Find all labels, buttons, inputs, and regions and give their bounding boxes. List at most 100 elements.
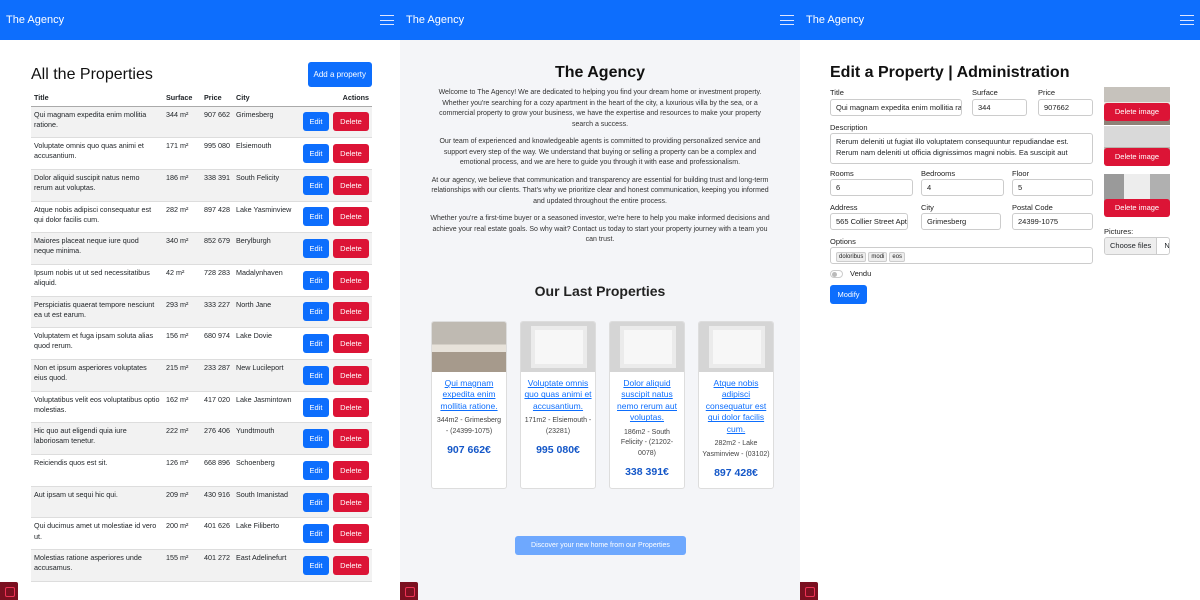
cell-city: Lake Dovie [233, 327, 298, 360]
cell-price: 401 272 [201, 549, 233, 582]
cell-price: 417 020 [201, 391, 233, 424]
menu-toggle-icon[interactable] [1180, 15, 1194, 25]
edit-button[interactable]: Edit [303, 302, 329, 322]
rooms-input[interactable]: 6 [830, 179, 913, 196]
property-photo [521, 322, 595, 372]
title-input[interactable]: Qui magnam expedita enim mollitia ration… [830, 99, 962, 116]
brand-link[interactable]: The Agency [406, 14, 464, 26]
cell-city: Lake Jasmintown [233, 391, 298, 424]
delete-button[interactable]: Delete [333, 270, 369, 290]
address-input[interactable]: 565 Collier Street Apt. [830, 213, 908, 230]
menu-toggle-icon[interactable] [780, 15, 794, 25]
property-card: Dolor aliquid suscipit natus nemo rerum … [609, 321, 685, 490]
discover-properties-button[interactable]: Discover your new home from our Properti… [515, 536, 686, 555]
edit-button[interactable]: Edit [303, 460, 329, 480]
brand-link[interactable]: The Agency [806, 14, 864, 26]
cell-price: 338 391 [201, 169, 233, 202]
postal-code-input[interactable]: 24399-1075 [1012, 213, 1093, 230]
edit-button[interactable]: Edit [303, 112, 329, 132]
delete-button[interactable]: Delete [333, 207, 369, 227]
edit-button[interactable]: Edit [303, 144, 329, 164]
delete-image-button[interactable]: Delete image [1104, 103, 1170, 121]
edit-button[interactable]: Edit [303, 365, 329, 385]
cell-city: Yundtmouth [233, 422, 298, 456]
navbar: The Agency [0, 0, 400, 40]
surface-label: Surface [972, 88, 998, 97]
option-chip[interactable]: doloribus [836, 252, 867, 262]
edit-button[interactable]: Edit [303, 397, 329, 417]
description-textarea[interactable]: Rerum deleniti ut fugiat illo voluptatem… [830, 133, 1093, 164]
delete-button[interactable]: Delete [333, 460, 369, 480]
options-label: Options [830, 237, 856, 246]
intro-paragraph: Welcome to The Agency! We are dedicated … [438, 89, 762, 128]
intro-paragraph: Whether you're a first-time buyer or a s… [430, 215, 770, 243]
cell-price: 430 916 [201, 486, 233, 519]
cell-title: Qui magnam expedita enim mollitia ration… [31, 106, 163, 139]
delete-image-button[interactable]: Delete image [1104, 148, 1170, 166]
delete-button[interactable]: Delete [333, 555, 369, 575]
bedrooms-input[interactable]: 4 [921, 179, 1004, 196]
intro-text: Welcome to The Agency! We are dedicated … [428, 88, 772, 253]
edit-button[interactable]: Edit [303, 334, 329, 354]
delete-button[interactable]: Delete [333, 492, 369, 512]
delete-button[interactable]: Delete [333, 302, 369, 322]
surface-input[interactable]: 344 [972, 99, 1027, 116]
delete-button[interactable]: Delete [333, 144, 369, 164]
cell-price: 995 080 [201, 137, 233, 170]
price-input[interactable]: 907662 [1038, 99, 1093, 116]
option-chip[interactable]: eos [889, 252, 906, 262]
edit-button[interactable]: Edit [303, 207, 329, 227]
debug-toolbar-icon[interactable] [400, 582, 418, 600]
cell-price: 680 974 [201, 327, 233, 360]
delete-button[interactable]: Delete [333, 112, 369, 132]
edit-button[interactable]: Edit [303, 239, 329, 259]
delete-image-button[interactable]: Delete image [1104, 199, 1170, 217]
property-card-link[interactable]: Voluptate omnis quo quas animi et accusa… [521, 372, 595, 412]
property-card-link[interactable]: Atque nobis adipisci consequatur est qui… [699, 372, 773, 435]
edit-button[interactable]: Edit [303, 175, 329, 195]
add-property-button[interactable]: Add a property [307, 62, 372, 87]
postal-code-label: Postal Code [1012, 203, 1053, 212]
property-card-link[interactable]: Dolor aliquid suscipit natus nemo rerum … [610, 372, 684, 424]
cell-city: East Adelinefurt [233, 549, 298, 582]
property-photo [432, 322, 506, 372]
floor-input[interactable]: 5 [1012, 179, 1093, 196]
delete-button[interactable]: Delete [333, 397, 369, 417]
sold-toggle[interactable] [830, 270, 843, 278]
intro-paragraph: At our agency, we believe that communica… [431, 176, 769, 205]
choose-files-button[interactable]: Choose files [1105, 238, 1158, 254]
table-row: Qui ducimus amet ut molestiae id vero ut… [31, 517, 372, 551]
navbar: The Agency [800, 0, 1200, 40]
table-row: Reiciendis quos est sit. 126 m² 668 896 Sch… [31, 454, 372, 487]
property-card-price: 897 428€ [714, 467, 758, 480]
debug-toolbar-icon[interactable] [0, 582, 18, 600]
option-chip[interactable]: modi [868, 252, 888, 262]
property-card-info: 171m2 - Elsiemouth - (23281) [524, 417, 592, 435]
city-input[interactable]: Grimesberg [921, 213, 1001, 230]
edit-button[interactable]: Edit [303, 270, 329, 290]
edit-button[interactable]: Edit [303, 524, 329, 544]
delete-button[interactable]: Delete [333, 175, 369, 195]
modify-button[interactable]: Modify [830, 285, 867, 304]
delete-button[interactable]: Delete [333, 524, 369, 544]
menu-toggle-icon[interactable] [380, 15, 394, 25]
cell-actions: Edit Delete [298, 264, 372, 297]
property-card-link[interactable]: Qui magnam expedita enim mollitia ration… [432, 372, 506, 412]
debug-toolbar-icon[interactable] [800, 582, 818, 600]
delete-button[interactable]: Delete [333, 239, 369, 259]
property-card-info: 282m2 - Lake Yasminview - (03102) [702, 440, 770, 458]
property-card-price: 995 080€ [536, 444, 580, 457]
brand-link[interactable]: The Agency [6, 14, 64, 26]
cell-city: Berylburgh [233, 232, 298, 265]
floor-label: Floor [1012, 169, 1030, 178]
options-select[interactable]: doloribus modi eos [830, 247, 1093, 264]
property-card-info: 344m2 - Grimesberg - (24399-1075) [436, 417, 502, 435]
property-photo [699, 322, 773, 372]
edit-button[interactable]: Edit [303, 555, 329, 575]
edit-button[interactable]: Edit [303, 492, 329, 512]
pictures-file-input[interactable]: Choose files N [1104, 237, 1170, 255]
edit-button[interactable]: Edit [303, 429, 329, 449]
delete-button[interactable]: Delete [333, 334, 369, 354]
delete-button[interactable]: Delete [333, 429, 369, 449]
delete-button[interactable]: Delete [333, 365, 369, 385]
